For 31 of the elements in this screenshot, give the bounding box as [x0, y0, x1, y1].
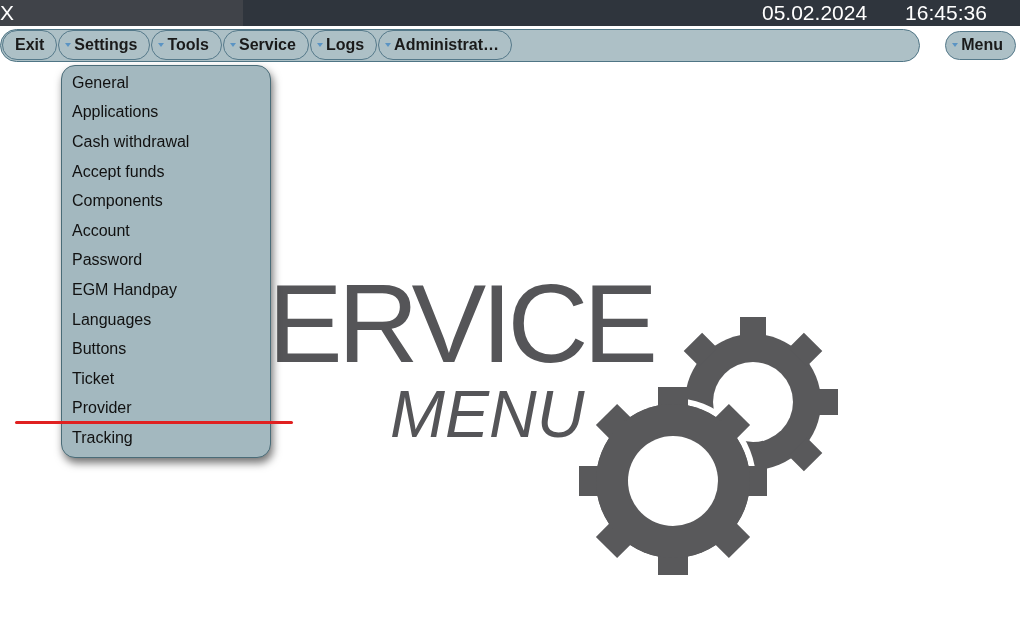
menu-dropdown-button[interactable]: Tools: [151, 30, 222, 60]
time-text: 16:45:36: [905, 2, 987, 24]
menu-item[interactable]: Components: [62, 186, 270, 216]
logo-subtitle: MENU: [390, 381, 585, 447]
caret-icon: [952, 43, 959, 47]
menu-item[interactable]: Applications: [62, 97, 270, 128]
menu-item[interactable]: Account: [62, 215, 270, 246]
caret-icon: [65, 43, 72, 47]
nav-button[interactable]: Exit: [2, 30, 58, 60]
menu-item[interactable]: Ticket: [62, 363, 270, 394]
caret-icon: [385, 43, 392, 47]
menu-button[interactable]: Menu: [945, 30, 1016, 60]
menu-item[interactable]: Buttons: [62, 334, 270, 364]
menu-dropdown-button[interactable]: Logs: [309, 30, 378, 60]
date-text: 05.02.2024: [762, 2, 868, 24]
menu-item[interactable]: EGM Handpay: [62, 275, 270, 305]
menu-item[interactable]: Provider: [62, 393, 270, 424]
menu-item[interactable]: Password: [62, 245, 270, 276]
menu-dropdown-button[interactable]: Settings: [58, 30, 151, 60]
menu-item[interactable]: Languages: [62, 304, 270, 335]
caret-icon: [316, 43, 323, 47]
caret-icon: [158, 43, 165, 47]
logo-text: ERVICE: [268, 268, 653, 380]
menu-item[interactable]: Cash withdrawal: [62, 127, 270, 157]
caret-icon: [229, 43, 236, 47]
menu-dropdown-button[interactable]: Service: [222, 30, 309, 60]
menu-item[interactable]: Tracking: [62, 423, 270, 453]
menu-dropdown-button[interactable]: Administrat…: [378, 30, 512, 60]
close-button[interactable]: X: [0, 2, 14, 24]
menu-item[interactable]: Accept funds: [62, 156, 270, 187]
menu-item[interactable]: General: [62, 68, 270, 98]
